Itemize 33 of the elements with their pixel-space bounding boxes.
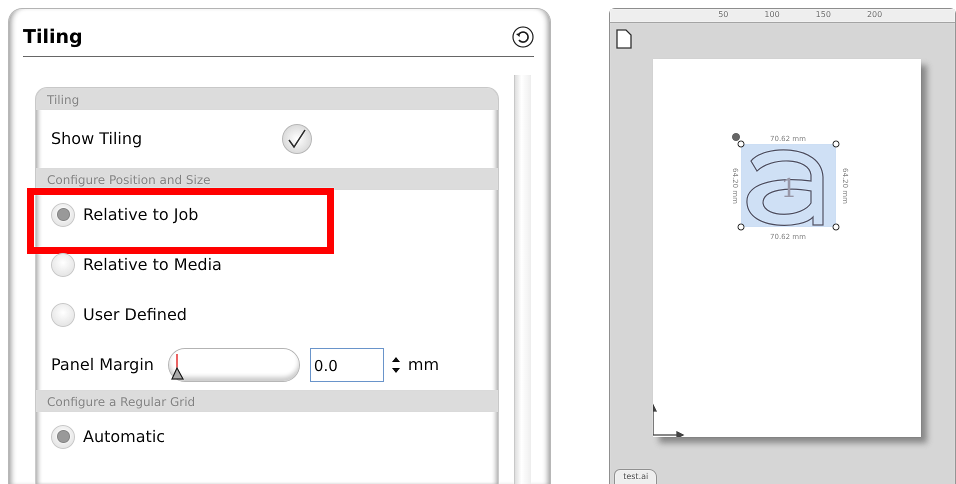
section-header: Tiling bbox=[36, 88, 498, 110]
option-label: User Defined bbox=[83, 304, 187, 326]
section-header: Configure Position and Size bbox=[36, 168, 498, 190]
section-header: Configure a Regular Grid bbox=[36, 390, 498, 412]
ruler-tick-label: 100 bbox=[764, 9, 780, 21]
ruler-tick-label: 150 bbox=[816, 9, 831, 21]
slider-thumb[interactable] bbox=[170, 352, 185, 380]
radio-button[interactable] bbox=[51, 252, 75, 276]
artwork-drawing[interactable] bbox=[746, 149, 824, 226]
origin-axes-icon bbox=[653, 404, 685, 437]
unit-label: mm bbox=[408, 354, 440, 376]
document-icon[interactable] bbox=[616, 29, 632, 49]
radio-button[interactable] bbox=[51, 202, 75, 226]
checkbox[interactable] bbox=[282, 124, 312, 154]
option-label: Automatic bbox=[83, 426, 166, 448]
rotate-handle-icon[interactable] bbox=[732, 133, 740, 141]
ruler-tick-label: 50 bbox=[718, 9, 728, 21]
radio-button[interactable] bbox=[51, 424, 75, 448]
checkmark-icon bbox=[286, 128, 308, 150]
number-field[interactable]: 0.0 bbox=[310, 348, 384, 382]
ruler-tick-label: 200 bbox=[866, 9, 882, 21]
selection-frame[interactable] bbox=[738, 140, 840, 230]
radio-button[interactable] bbox=[51, 302, 75, 326]
slider-label: Panel Margin bbox=[51, 354, 154, 376]
scrollbar[interactable] bbox=[514, 74, 531, 484]
slider-track[interactable] bbox=[168, 348, 300, 382]
document-tab[interactable]: test.ai bbox=[614, 469, 658, 484]
panel-title: Tiling bbox=[23, 25, 83, 50]
option-label: Relative to Job bbox=[83, 204, 198, 226]
checkbox-label: Show Tiling bbox=[51, 128, 142, 150]
spin-arrows-icon[interactable] bbox=[390, 354, 401, 374]
reset-icon[interactable] bbox=[512, 26, 534, 48]
option-label: Relative to Media bbox=[83, 254, 222, 276]
